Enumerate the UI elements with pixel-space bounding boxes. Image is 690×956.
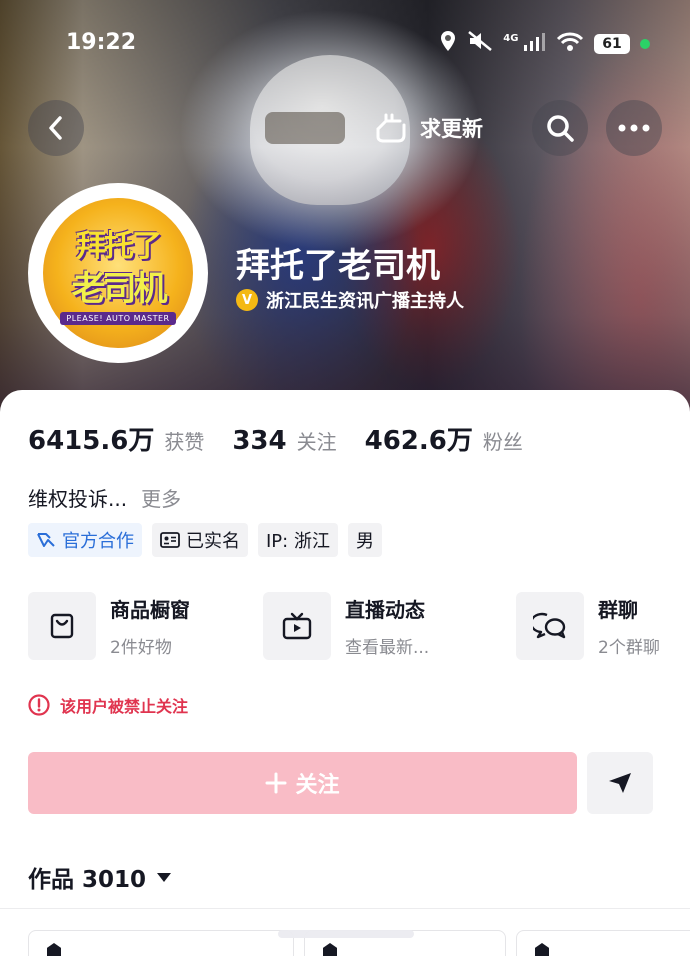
bio: 维权投诉... 更多: [28, 483, 181, 512]
likes-count: 6415.6万: [28, 426, 155, 456]
avatar-logo-line2: 老司机: [71, 269, 168, 309]
likes-label: 获赞: [164, 430, 205, 454]
profile-name: 拜托了老司机: [236, 246, 440, 286]
followers-label[interactable]: 粉丝: [483, 426, 523, 455]
shortcut-group-chat-subtitle: 2个群聊: [598, 638, 660, 658]
works-tab[interactable]: 作品 3010: [28, 860, 172, 894]
status-time: 19:22: [66, 30, 137, 55]
tag-real-name: 已实名: [152, 523, 248, 557]
avatar-logo: 拜托了 老司机 PLEASE! AUTO MASTER: [43, 198, 193, 348]
collection-icon: [535, 943, 549, 956]
verification-info: V 浙江民生资讯广播主持人: [236, 287, 464, 313]
mute-icon: [467, 30, 493, 57]
network-type: 4G: [503, 32, 519, 44]
hand-wave-icon: [376, 113, 406, 143]
tag-official-partner-label: 官方合作: [62, 531, 134, 552]
search-button[interactable]: [532, 100, 588, 156]
collection-chip[interactable]: [516, 930, 690, 956]
more-dots-icon: [618, 124, 650, 132]
follow-button[interactable]: 关注: [28, 752, 577, 814]
works-label: 作品 3010: [28, 867, 147, 893]
shortcut-product-showcase-subtitle: 2件好物: [110, 638, 172, 658]
bio-more-link[interactable]: 更多: [141, 487, 181, 511]
shortcut-live-updates[interactable]: 直播动态 查看最新...: [263, 592, 429, 660]
shortcut-product-showcase[interactable]: 商品橱窗 2件好物: [28, 592, 190, 660]
request-update-button[interactable]: 求更新: [372, 105, 483, 151]
followers-count[interactable]: 462.6万: [365, 420, 473, 457]
battery-level: 61: [594, 33, 630, 54]
follow-button-label: 关注: [295, 773, 340, 798]
more-button[interactable]: [606, 100, 662, 156]
profile-shortcuts: 商品橱窗 2件好物 直播动态 查看最新... 群聊 2个群聊: [28, 592, 678, 660]
collection-chip[interactable]: [28, 930, 294, 956]
avatar-logo-tagline: PLEASE! AUTO MASTER: [60, 312, 176, 325]
message-button[interactable]: [587, 752, 653, 814]
home-indicator: [278, 930, 414, 938]
shortcut-group-chat[interactable]: 群聊 2个群聊: [516, 592, 660, 660]
chevron-left-icon: [49, 116, 62, 140]
plus-icon: [265, 772, 287, 794]
following-label[interactable]: 关注: [297, 426, 337, 455]
privacy-indicator-dot: [640, 38, 650, 49]
wifi-icon: [556, 32, 584, 56]
id-card-icon: [160, 532, 180, 548]
verification-text: 浙江民生资讯广播主持人: [266, 291, 464, 312]
chat-bubbles-icon: [516, 592, 584, 660]
shopping-bag-icon: [28, 592, 96, 660]
caret-down-icon: [157, 873, 172, 882]
status-icons: 4G 61: [439, 30, 650, 57]
verified-badge-icon: V: [236, 289, 258, 311]
tv-icon: [263, 592, 331, 660]
send-arrow-icon: [609, 773, 631, 793]
tag-gender-label: 男: [355, 531, 374, 552]
signal-icon: 4G: [503, 32, 546, 55]
search-icon: [547, 115, 574, 142]
shortcut-group-chat-title: 群聊: [598, 598, 638, 622]
profile-tags: 官方合作 已实名 IP: 浙江 男: [28, 523, 382, 557]
bio-text: 维权投诉...: [28, 487, 128, 511]
avatar[interactable]: 拜托了 老司机 PLEASE! AUTO MASTER: [28, 183, 208, 363]
profile-stats: 6415.6万 获赞 334 关注 462.6万 粉丝: [28, 420, 551, 457]
profile-card: 6415.6万 获赞 334 关注 462.6万 粉丝 维权投诉... 更多 官方…: [0, 390, 690, 956]
tag-official-partner[interactable]: 官方合作: [28, 523, 142, 557]
avatar-logo-line1: 拜托了: [76, 229, 162, 264]
shortcut-live-updates-subtitle: 查看最新...: [345, 638, 430, 658]
shortcut-product-showcase-title: 商品橱窗: [110, 598, 190, 622]
tag-real-name-label: 已实名: [186, 531, 240, 552]
collection-icon: [323, 943, 337, 956]
request-update-label: 求更新: [420, 117, 483, 141]
tag-ip-location-label: IP: 浙江: [266, 531, 330, 552]
profile-cover: 19:22 4G 61 求更新 拜托了 老司机 PLEASE! AUTO MAS…: [0, 0, 690, 420]
back-button[interactable]: [28, 100, 84, 156]
collection-icon: [47, 943, 61, 956]
works-divider: [0, 908, 690, 909]
shortcut-live-updates-title: 直播动态: [345, 598, 425, 622]
handshake-icon: [37, 533, 55, 547]
alert-circle-icon: [28, 694, 50, 716]
location-icon: [439, 30, 457, 57]
follow-restriction-text: 该用户被禁止关注: [60, 697, 189, 716]
following-count[interactable]: 334: [232, 426, 286, 456]
follow-restriction-notice: 该用户被禁止关注: [28, 693, 188, 717]
tag-gender: 男: [347, 523, 382, 557]
tag-ip-location: IP: 浙江: [258, 523, 338, 557]
